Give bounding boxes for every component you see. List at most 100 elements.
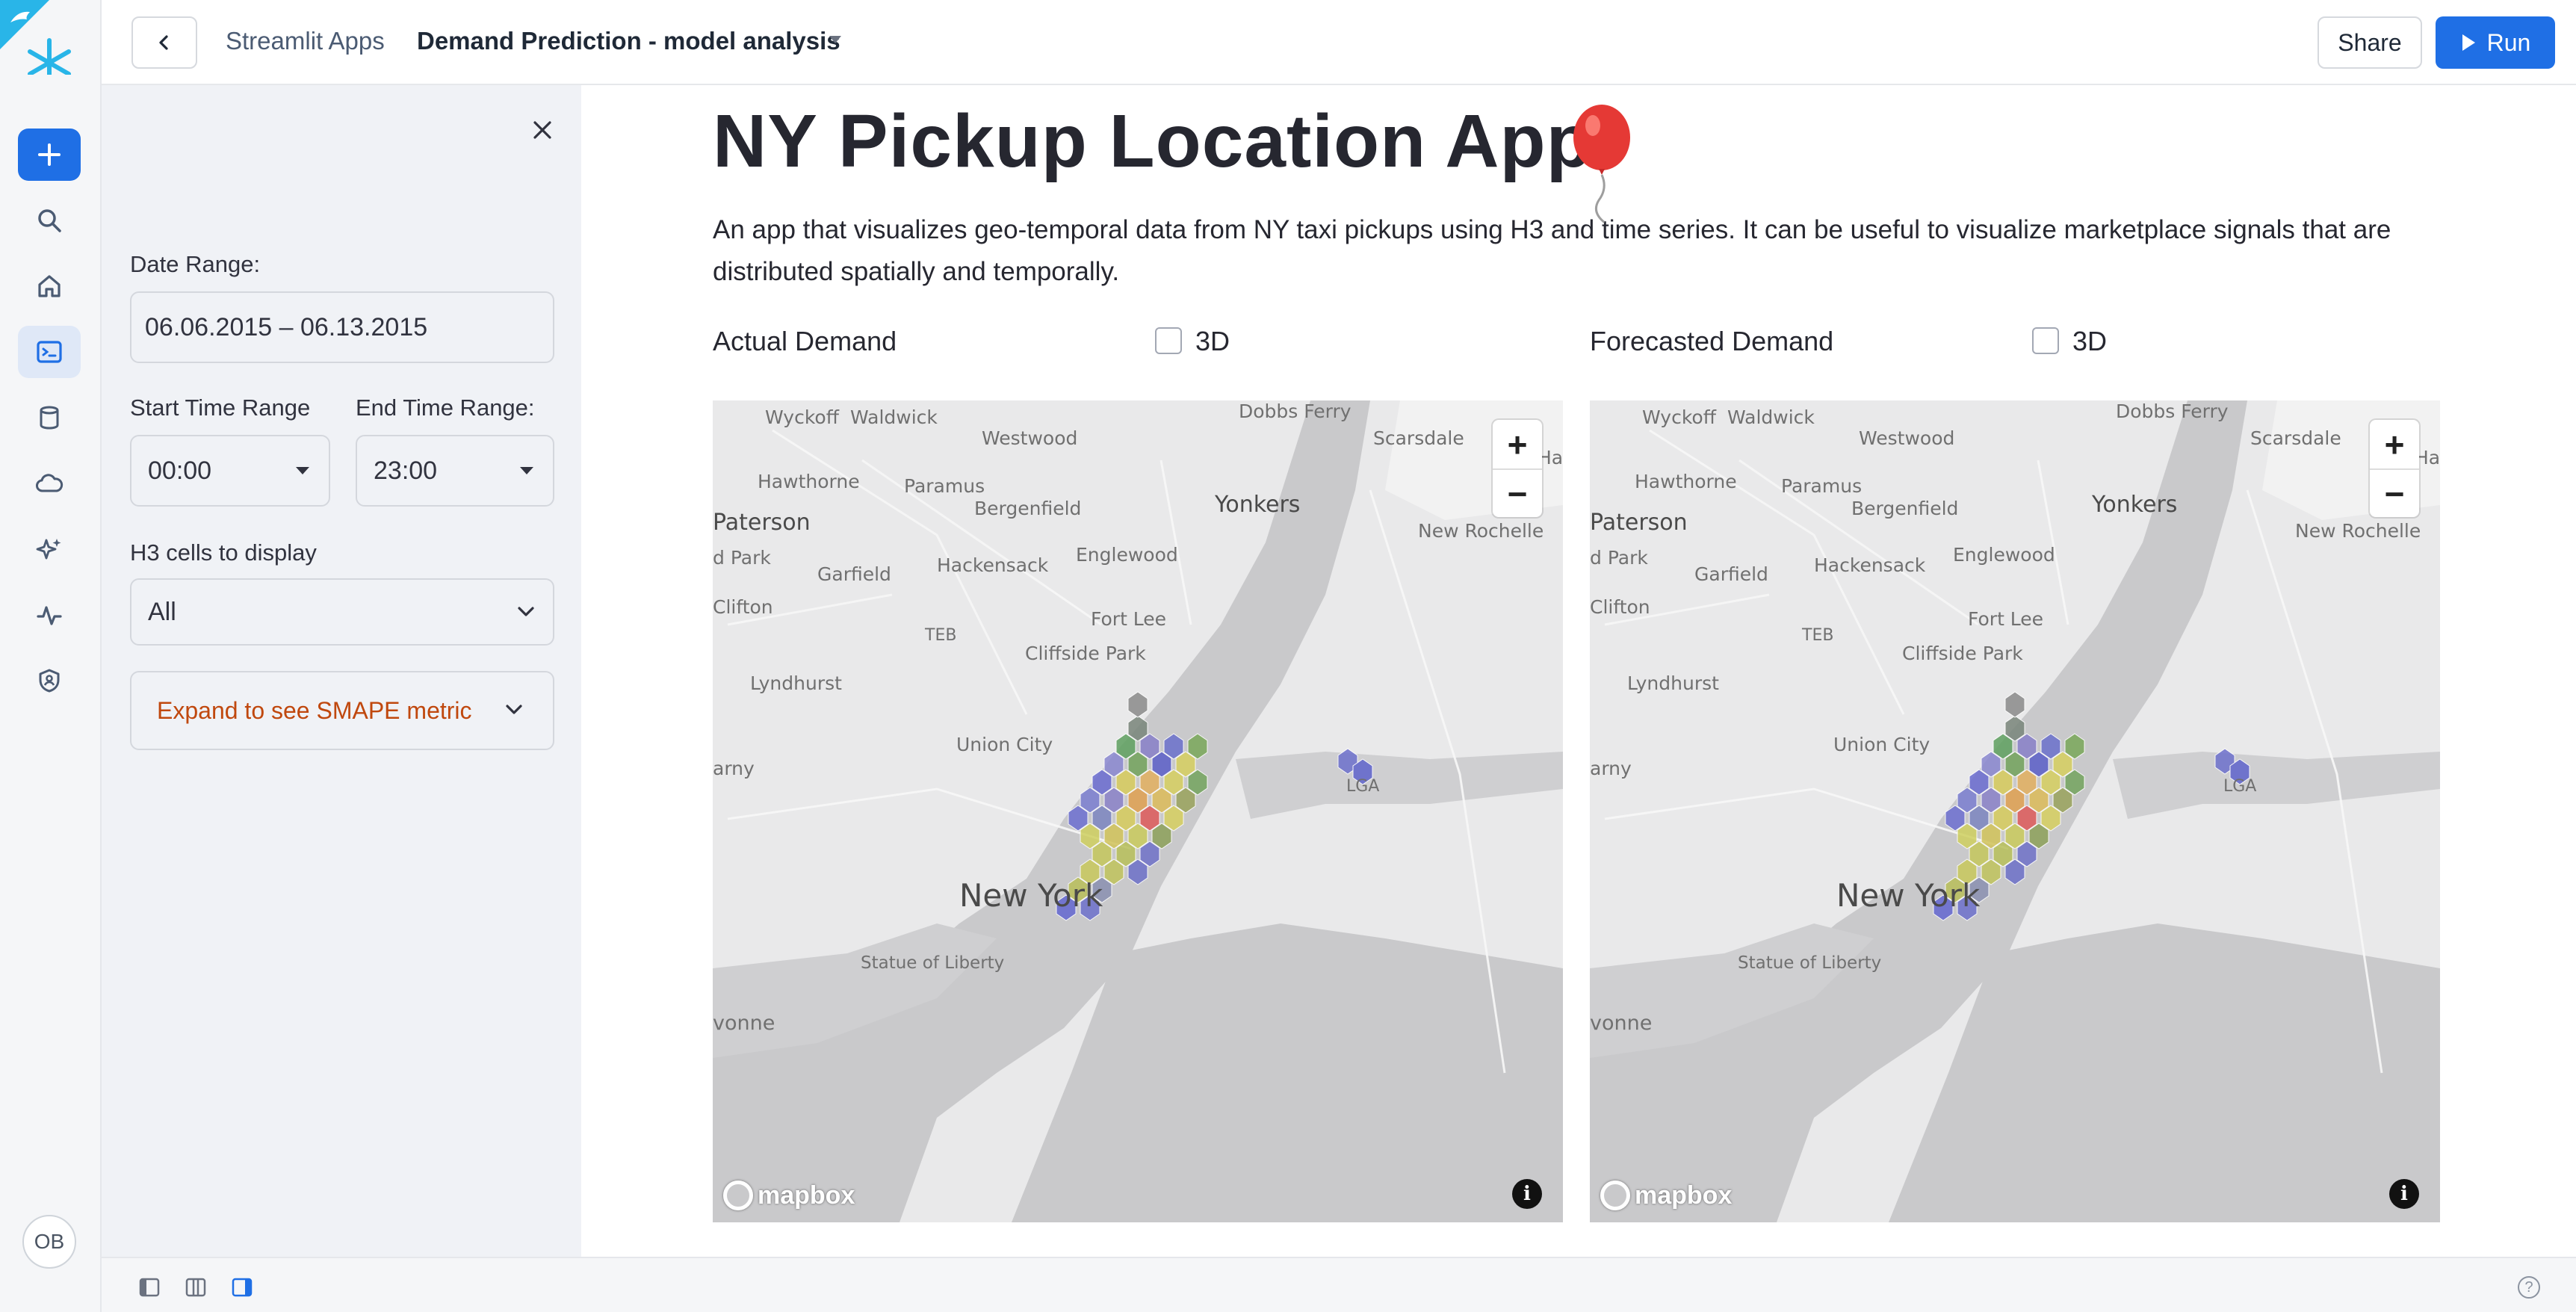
search-nav-button[interactable] xyxy=(18,194,81,247)
map-label-d-park: d Park xyxy=(713,547,771,569)
start-time-select[interactable]: 00:00 xyxy=(130,435,330,507)
actual-3d-label[interactable]: 3D xyxy=(1195,326,1230,357)
zoom-in-button[interactable]: + xyxy=(2370,420,2419,468)
mapbox-wordmark: mapbox xyxy=(758,1181,855,1210)
zoom-out-button[interactable]: − xyxy=(1493,468,1542,517)
user-avatar[interactable]: OB xyxy=(22,1215,76,1269)
map-label-hackensack: Hackensack xyxy=(937,554,1049,576)
mapbox-wordmark: mapbox xyxy=(1635,1181,1733,1210)
help-icon[interactable]: ? xyxy=(2518,1276,2540,1299)
share-button[interactable]: Share xyxy=(2318,16,2422,69)
create-button[interactable] xyxy=(18,129,81,181)
cloud-icon xyxy=(36,474,64,492)
caret-down-icon xyxy=(520,467,533,474)
forecast-3d-checkbox[interactable] xyxy=(2032,327,2059,354)
streamlit-icon xyxy=(37,341,62,363)
admin-nav-button[interactable] xyxy=(18,655,81,707)
actual-3d-checkbox[interactable] xyxy=(1155,327,1182,354)
map-label-cliffside-park: Cliffside Park xyxy=(1902,643,2023,664)
caret-down-icon xyxy=(296,467,309,474)
run-button[interactable]: Run xyxy=(2436,16,2555,69)
plus-icon xyxy=(38,143,61,166)
map-label-garfield: Garfield xyxy=(817,563,891,585)
close-icon[interactable] xyxy=(526,114,559,146)
start-time-value: 00:00 xyxy=(148,456,212,485)
info-icon[interactable]: i xyxy=(2389,1179,2419,1209)
map-label-westwood: Westwood xyxy=(1859,427,1955,449)
end-time-select[interactable]: 23:00 xyxy=(356,435,554,507)
smape-expander[interactable]: Expand to see SMAPE metric xyxy=(130,671,554,750)
forecasted-demand-map[interactable]: Wyckoff Waldwick Dobbs Ferry Westwood Sc… xyxy=(1590,400,2440,1222)
zoom-out-button[interactable]: − xyxy=(2370,468,2419,517)
activity-icon xyxy=(37,606,62,625)
map-label-paramus: Paramus xyxy=(1781,475,1863,497)
map-label-fort-lee: Fort Lee xyxy=(1968,608,2044,630)
actual-demand-label: Actual Demand xyxy=(713,326,897,356)
start-time-label: Start Time Range xyxy=(130,394,311,421)
zoom-in-button[interactable]: + xyxy=(1493,420,1542,468)
map-label-fort-lee: Fort Lee xyxy=(1091,608,1167,630)
data-nav-button[interactable] xyxy=(18,392,81,444)
mapbox-logo[interactable]: mapbox xyxy=(1600,1181,1732,1210)
map-label-lga: LGA xyxy=(2223,777,2257,796)
map-label-teb: TEB xyxy=(1802,626,1834,645)
breadcrumb-streamlit-apps[interactable]: Streamlit Apps xyxy=(226,27,385,55)
layout-preview-only-icon[interactable] xyxy=(232,1278,253,1297)
play-icon xyxy=(2462,34,2475,51)
map-label-dobbs-ferry: Dobbs Ferry xyxy=(1239,400,1352,422)
back-button[interactable] xyxy=(131,16,197,69)
end-time-label: End Time Range: xyxy=(356,394,535,421)
cloud-nav-button[interactable] xyxy=(18,457,81,510)
date-range-input[interactable]: 06.06.2015 – 06.13.2015 xyxy=(130,291,554,363)
map-label-dobbs-ferry: Dobbs Ferry xyxy=(2116,400,2229,422)
map-label-clifton: Clifton xyxy=(713,596,773,618)
h3-cells-value: All xyxy=(148,597,176,626)
ai-nav-button[interactable] xyxy=(18,523,81,575)
app-name-dropdown[interactable]: Demand Prediction - model analysis xyxy=(417,27,840,55)
caret-down-icon[interactable] xyxy=(828,34,843,45)
snowflake-logo[interactable] xyxy=(0,0,75,87)
map-label-new-york: New York xyxy=(1836,877,1981,914)
map-label-union-city: Union City xyxy=(1833,734,1931,755)
map-label-bergenfield: Bergenfield xyxy=(974,498,1082,519)
chevron-left-icon xyxy=(159,35,168,50)
map-label-yonkers: Yonkers xyxy=(1215,492,1301,518)
forecast-3d-label[interactable]: 3D xyxy=(2072,326,2107,357)
end-time-value: 23:00 xyxy=(374,456,438,485)
map-label-bergenfield: Bergenfield xyxy=(1851,498,1959,519)
chevron-down-icon xyxy=(518,607,534,616)
map-label-yonkers: Yonkers xyxy=(2092,492,2178,518)
map-label-wyckoff: Wyckoff xyxy=(765,406,839,428)
map-zoom-control: + − xyxy=(2370,420,2419,517)
mapbox-logo-icon xyxy=(1600,1181,1630,1210)
monitoring-nav-button[interactable] xyxy=(18,589,81,641)
run-button-label: Run xyxy=(2486,28,2531,56)
forecasted-demand-label: Forecasted Demand xyxy=(1590,326,1834,356)
map-label-d-park: d Park xyxy=(1590,547,1648,569)
home-nav-button[interactable] xyxy=(18,260,81,312)
map-label-lyndhurst: Lyndhurst xyxy=(750,672,842,694)
map-label-englewood: Englewood xyxy=(1076,544,1178,566)
app-main-content: NY Pickup Location App An app that visua… xyxy=(581,85,2576,1257)
h3-cells-select[interactable]: All xyxy=(130,578,554,646)
streamlit-sidebar: Date Range: 06.06.2015 – 06.13.2015 Star… xyxy=(102,85,581,1257)
map-label-westwood: Westwood xyxy=(982,427,1078,449)
map-label-waldwick: Waldwick xyxy=(850,406,938,428)
layout-split-icon[interactable] xyxy=(185,1278,206,1297)
map-label-lga: LGA xyxy=(1346,777,1380,796)
layout-editor-only-icon[interactable] xyxy=(139,1278,160,1297)
map-label-hackensack: Hackensack xyxy=(1814,554,1926,576)
search-icon xyxy=(38,209,61,232)
map-label-scarsdale: Scarsdale xyxy=(1373,427,1464,449)
chevron-down-icon xyxy=(506,705,522,714)
global-nav-rail: OB xyxy=(0,0,102,1312)
h3-cells-label: H3 cells to display xyxy=(130,539,317,566)
mapbox-logo[interactable]: mapbox xyxy=(723,1181,855,1210)
projects-nav-button[interactable] xyxy=(18,326,81,378)
map-label-paterson: Paterson xyxy=(713,510,811,536)
map-label-garfield: Garfield xyxy=(1694,563,1768,585)
info-icon[interactable]: i xyxy=(1512,1179,1542,1209)
map-label-new-rochelle: New Rochelle xyxy=(2295,520,2421,542)
map-label-waldwick: Waldwick xyxy=(1727,406,1815,428)
actual-demand-map[interactable]: Wyckoff Waldwick Dobbs Ferry Westwood Sc… xyxy=(713,400,1563,1222)
